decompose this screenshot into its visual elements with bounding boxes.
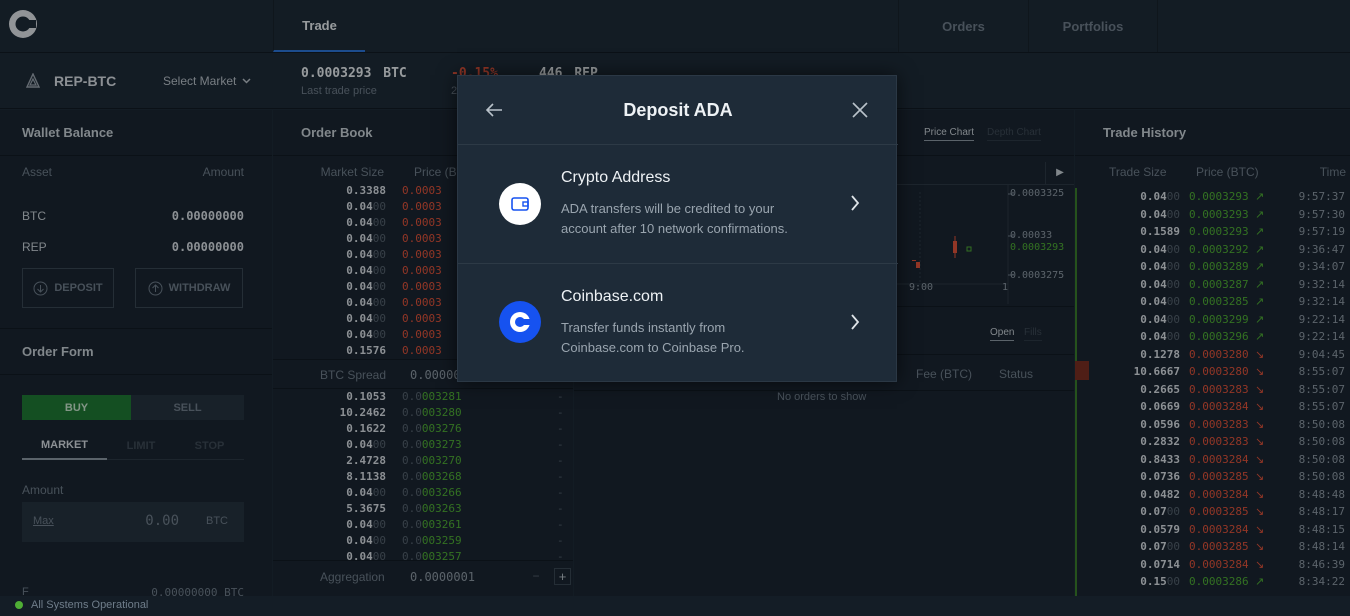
deposit-modal: Deposit ADA Crypto Address ADA transfers… — [457, 75, 898, 382]
chevron-right-icon — [851, 195, 860, 211]
status-dot-icon — [15, 601, 23, 609]
option-description: account after 10 network confirmations. — [561, 221, 788, 236]
status-bar: All Systems Operational — [0, 596, 1350, 616]
crypto-address-option[interactable]: Crypto Address ADA transfers will be cre… — [458, 145, 898, 263]
status-text[interactable]: All Systems Operational — [31, 599, 148, 611]
option-description: Transfer funds instantly from — [561, 320, 726, 335]
modal-title: Deposit ADA — [623, 100, 733, 120]
close-icon[interactable] — [852, 102, 868, 118]
option-title: Coinbase.com — [561, 288, 664, 305]
option-description: ADA transfers will be credited to your — [561, 201, 775, 216]
option-description: Coinbase.com to Coinbase Pro. — [561, 340, 745, 355]
wallet-icon — [499, 183, 541, 225]
option-title: Crypto Address — [561, 169, 671, 186]
coinbase-logo-icon — [499, 301, 541, 343]
chevron-right-icon — [851, 314, 860, 330]
coinbase-com-option[interactable]: Coinbase.com Transfer funds instantly fr… — [458, 264, 898, 382]
